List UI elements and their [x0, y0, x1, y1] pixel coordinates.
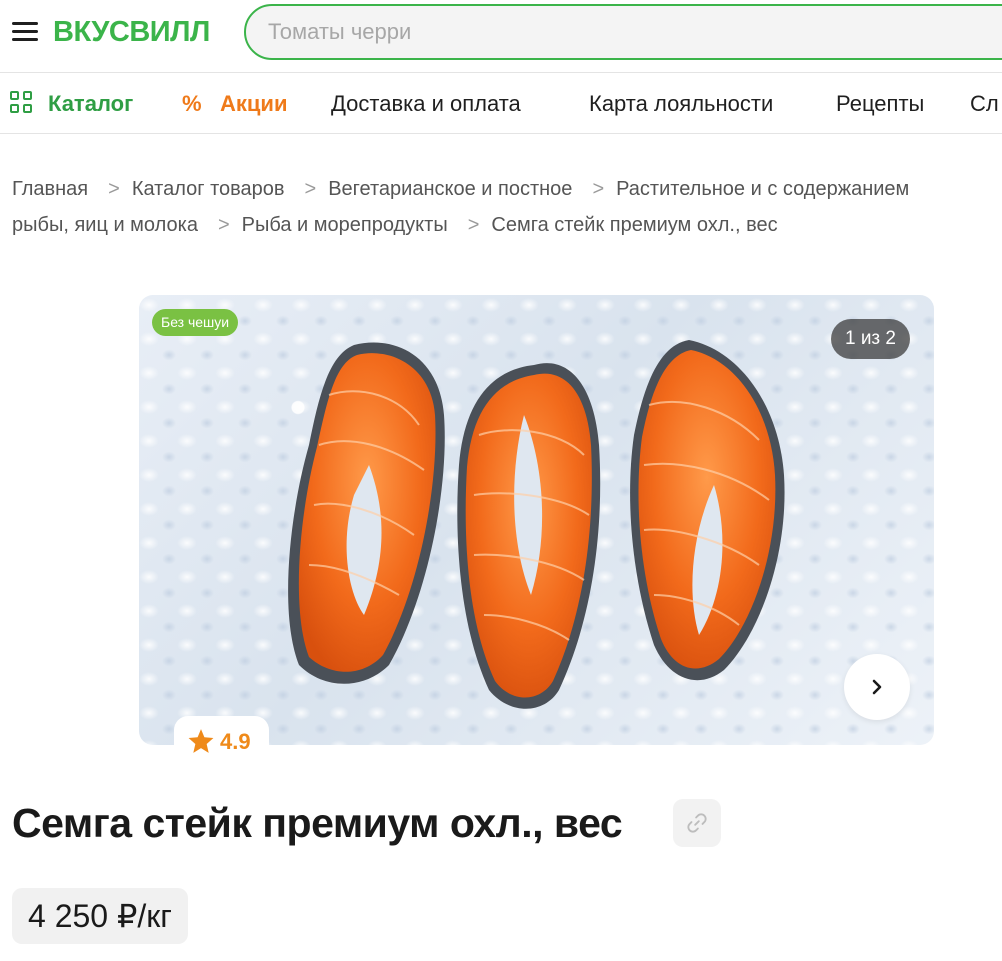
rating-value: 4.9: [220, 729, 251, 754]
percent-icon: %: [182, 91, 202, 116]
breadcrumb-plant-based-cont[interactable]: рыбы, яиц и молока: [12, 214, 198, 236]
grid-icon: [10, 91, 34, 115]
rating-badge[interactable]: 4.9: [174, 716, 269, 768]
breadcrumb-vegetarian[interactable]: Вегетарианское и постное: [328, 178, 572, 200]
search-input[interactable]: [268, 6, 968, 58]
chevron-right-icon: >: [592, 178, 605, 200]
next-image-button[interactable]: [844, 654, 910, 720]
nav-catalog[interactable]: Каталог: [10, 90, 133, 118]
chevron-right-icon: [872, 679, 882, 695]
site-logo[interactable]: ВКУСВИЛЛ: [53, 14, 210, 50]
main-nav: Каталог % Акции Доставка и оплата Карта л…: [0, 74, 1002, 133]
star-icon: [188, 729, 214, 753]
header-divider: [0, 72, 1002, 73]
breadcrumb-plant-based[interactable]: Растительное и с содержанием: [616, 178, 909, 200]
nav-divider: [0, 133, 1002, 134]
nav-more[interactable]: Сл: [970, 90, 999, 118]
copy-link-button[interactable]: [673, 799, 721, 847]
nav-recipes[interactable]: Рецепты: [836, 90, 924, 118]
menu-icon[interactable]: [12, 20, 40, 44]
nav-loyalty-card[interactable]: Карта лояльности: [589, 90, 773, 118]
product-title: Семга стейк премиум охл., вес: [12, 800, 623, 846]
nav-catalog-label: Каталог: [48, 91, 134, 116]
chevron-right-icon: >: [217, 214, 230, 236]
nav-sales-label: Акции: [220, 91, 288, 116]
chevron-right-icon: >: [304, 178, 317, 200]
product-image: [288, 340, 785, 709]
breadcrumb-current: Семга стейк премиум охл., вес: [491, 214, 778, 236]
breadcrumb-home[interactable]: Главная: [12, 178, 88, 200]
breadcrumb-fish-seafood[interactable]: Рыба и морепродукты: [242, 214, 448, 236]
search-bar[interactable]: [244, 4, 1002, 60]
breadcrumb-catalog[interactable]: Каталог товаров: [132, 178, 285, 200]
product-tag-badge: Без чешуи: [152, 309, 239, 336]
product-price: 4 250 ₽/кг: [12, 888, 188, 944]
nav-delivery[interactable]: Доставка и оплата: [331, 90, 521, 118]
product-gallery[interactable]: Без чешуи 1 из 2: [139, 295, 934, 745]
site-header: ВКУСВИЛЛ: [0, 0, 1002, 72]
chevron-right-icon: >: [108, 178, 120, 200]
nav-sales[interactable]: % Акции: [182, 90, 287, 118]
image-counter: 1 из 2: [830, 319, 910, 359]
chevron-right-icon: >: [467, 214, 480, 236]
link-icon: [687, 813, 707, 833]
